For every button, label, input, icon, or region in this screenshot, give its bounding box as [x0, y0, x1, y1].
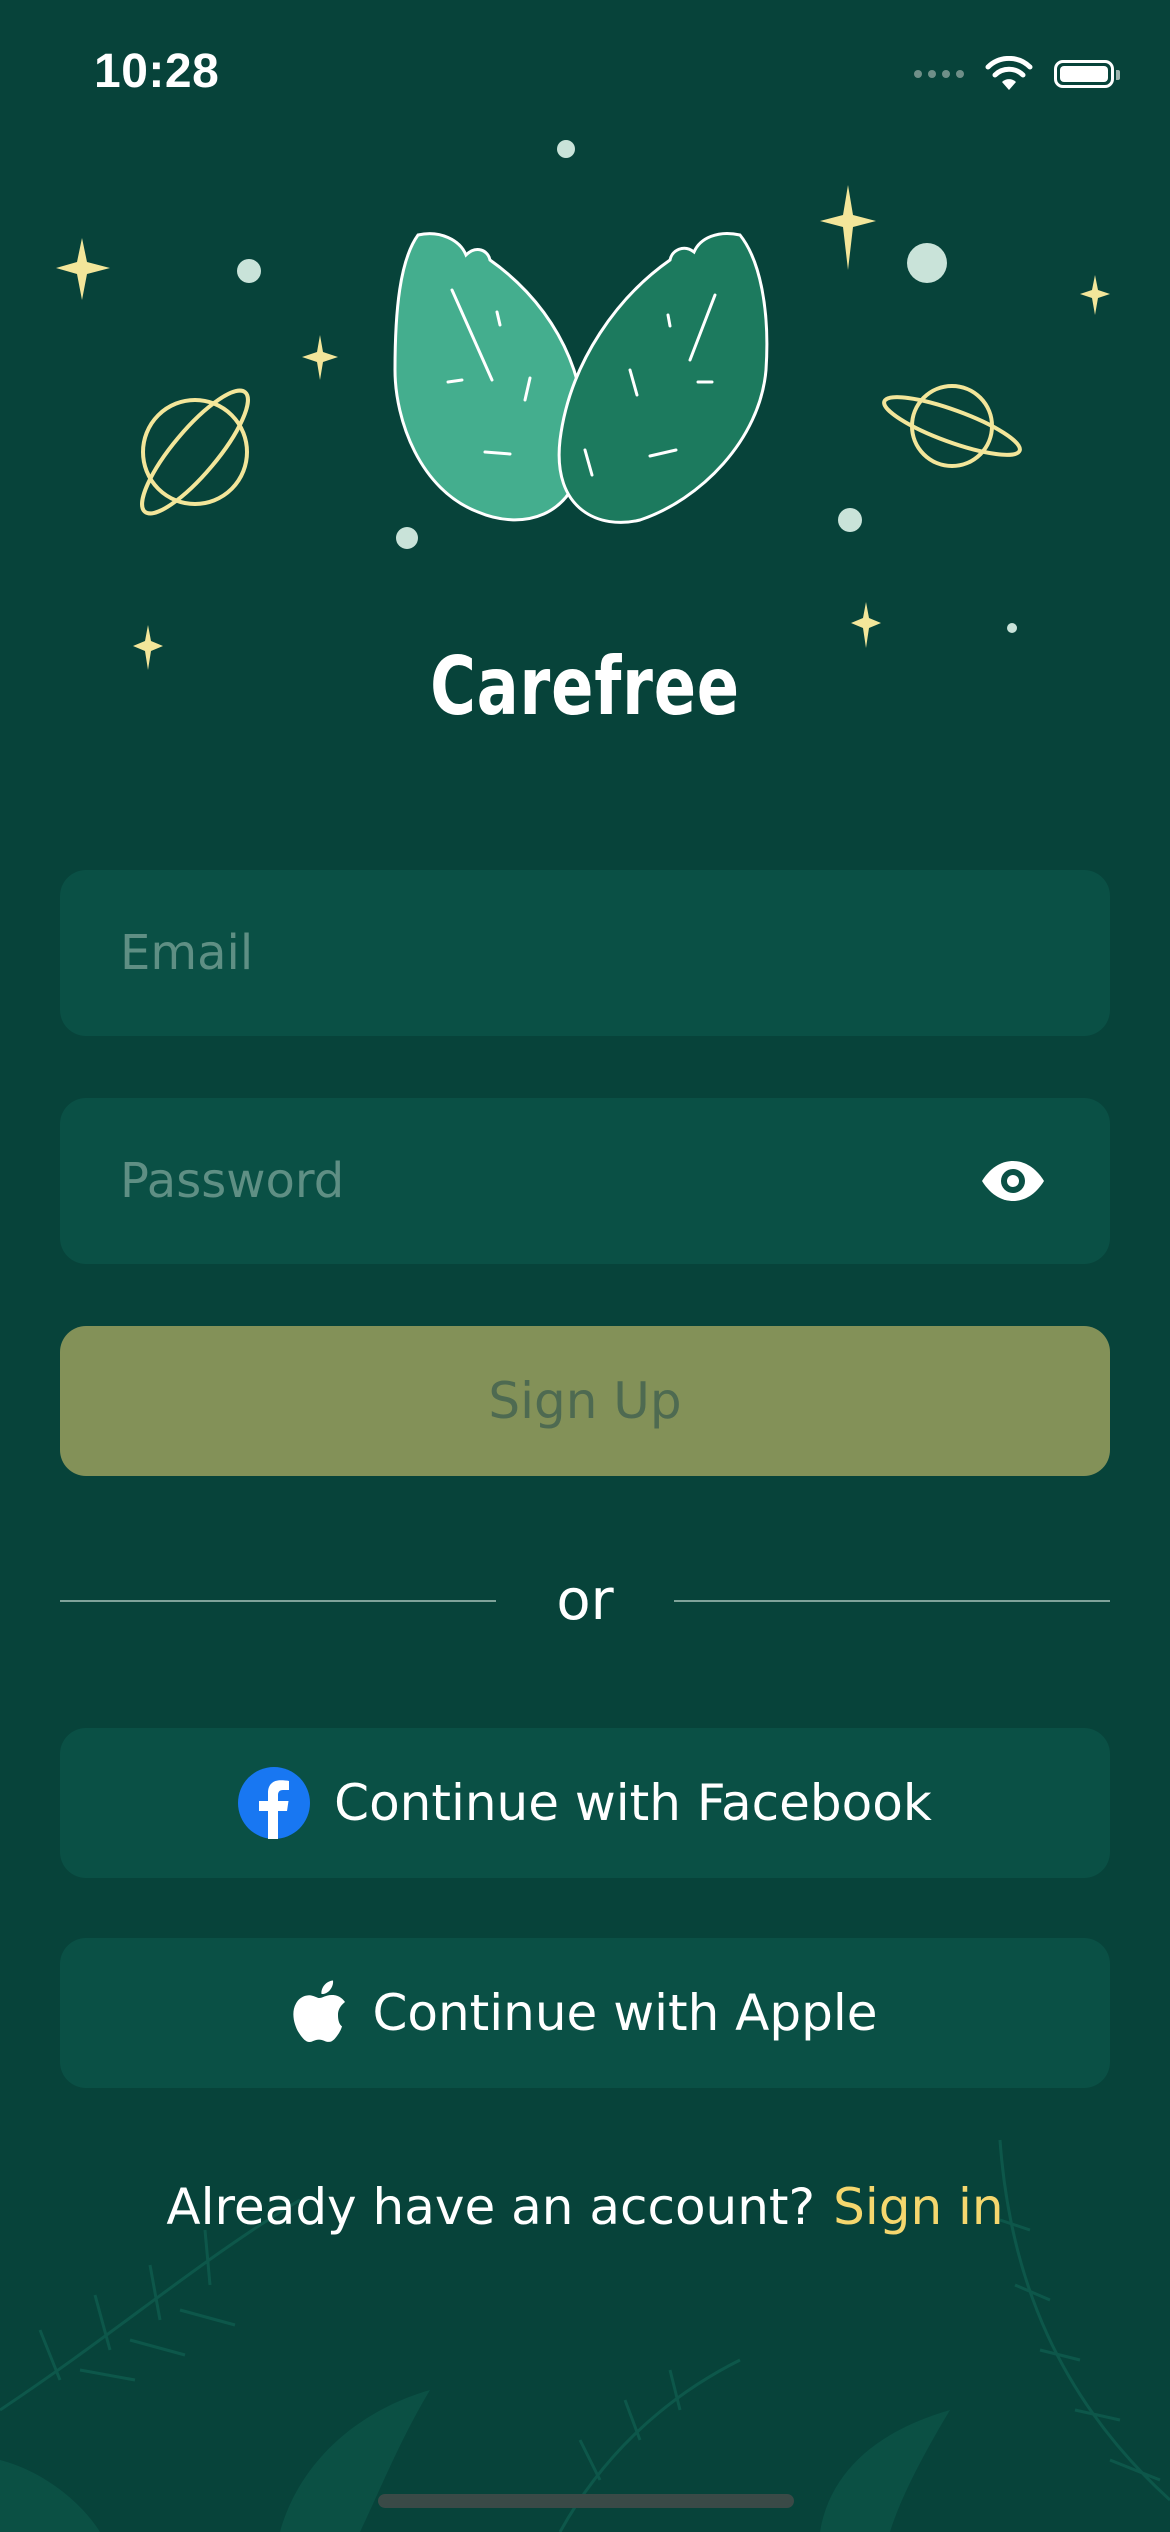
app-title: Carefree [430, 640, 740, 733]
facebook-icon [238, 1767, 311, 1839]
signup-button[interactable]: Sign Up [60, 1326, 1110, 1476]
email-field[interactable]: Email [60, 870, 1110, 1036]
continue-with-apple-button[interactable]: Continue with Apple [60, 1938, 1110, 2088]
apple-icon [293, 1980, 346, 2042]
battery-icon [1054, 60, 1120, 88]
signup-screen: 10:28 Carefree Email Password Sign Up or… [0, 0, 1170, 2532]
password-placeholder: Password [120, 1153, 345, 1209]
leaves-logo-icon [393, 232, 769, 524]
apple-button-label: Continue with Apple [372, 1984, 878, 2042]
cellular-signal-icon [914, 70, 964, 78]
signin-link[interactable]: Sign in [833, 2178, 1004, 2236]
status-time: 10:28 [94, 45, 220, 98]
divider-line-right [674, 1600, 1110, 1602]
continue-with-facebook-button[interactable]: Continue with Facebook [60, 1728, 1110, 1878]
signin-prompt-text: Already have an account? [166, 2178, 816, 2236]
wifi-icon [985, 56, 1033, 90]
facebook-button-label: Continue with Facebook [334, 1774, 932, 1832]
eye-icon[interactable] [980, 1159, 1046, 1203]
background-leaves-decoration [0, 2139, 1170, 2532]
status-icons [914, 52, 1120, 96]
email-placeholder: Email [120, 925, 254, 981]
hero-illustration [56, 140, 1110, 670]
signin-prompt: Already have an account? Sign in [0, 2178, 1170, 2236]
password-field[interactable]: Password [60, 1098, 1110, 1264]
home-indicator[interactable] [378, 2494, 794, 2508]
